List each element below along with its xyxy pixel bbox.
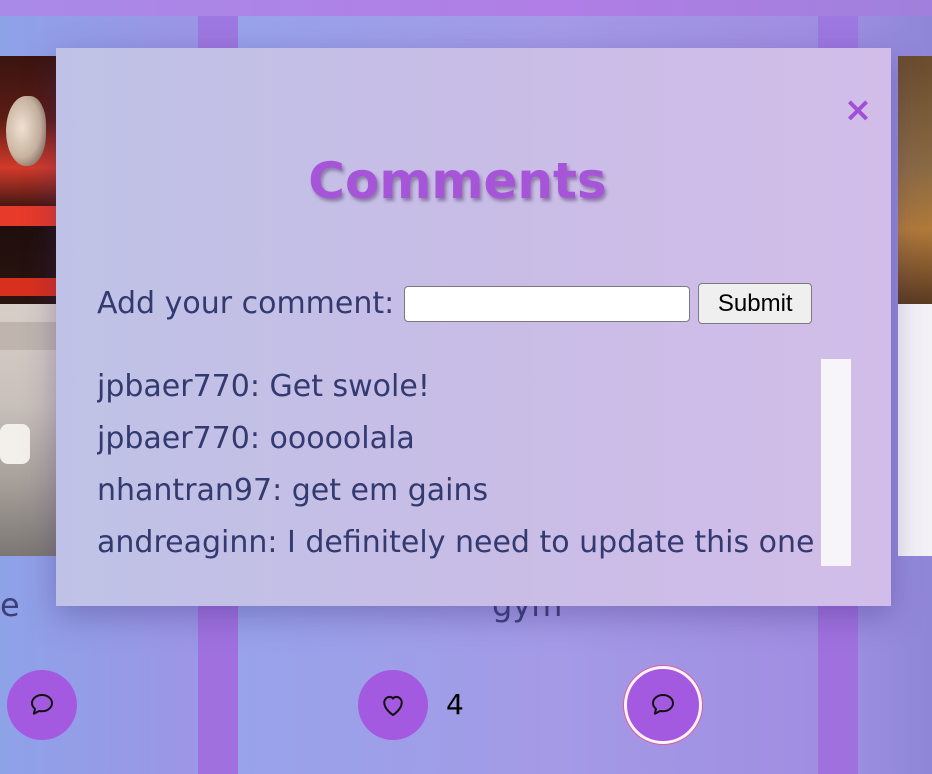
modal-title: Comments: [308, 152, 607, 210]
post-title-left: e: [0, 586, 20, 624]
heart-icon: [383, 695, 403, 716]
top-band: [0, 0, 932, 16]
comment-label: Add your comment:: [97, 286, 395, 321]
comment-list: jpbaer770: Get swole! jpbaer770: ooooola…: [97, 362, 827, 570]
post-image-right-bottom: [898, 304, 932, 556]
comment-form: Add your comment: Submit: [97, 283, 813, 324]
comment-item: andreaginn: I definitely need to update …: [97, 525, 815, 560]
like-count: 4: [446, 688, 464, 721]
post-image-left-bottom: [0, 304, 58, 556]
submit-button[interactable]: Submit: [698, 283, 813, 324]
comment-bubble-icon: [652, 694, 674, 715]
comment-bubble-icon: [31, 694, 53, 715]
close-button[interactable]: ×: [842, 90, 874, 130]
close-icon: ×: [843, 90, 873, 130]
comment-item: jpbaer770: ooooolala: [97, 421, 415, 456]
post-image-right-top: [898, 56, 932, 304]
comment-item: jpbaer770: Get swole!: [97, 369, 430, 404]
comment-input[interactable]: [404, 285, 691, 322]
comments-modal: × Comments Add your comment: Submit jpba…: [56, 48, 891, 606]
comment-item: nhantran97: get em gains: [97, 473, 489, 508]
comment-scrollbar[interactable]: [821, 359, 851, 566]
like-button[interactable]: [358, 670, 428, 740]
comment-button-left[interactable]: [7, 670, 77, 740]
comment-button-center[interactable]: [624, 666, 702, 744]
